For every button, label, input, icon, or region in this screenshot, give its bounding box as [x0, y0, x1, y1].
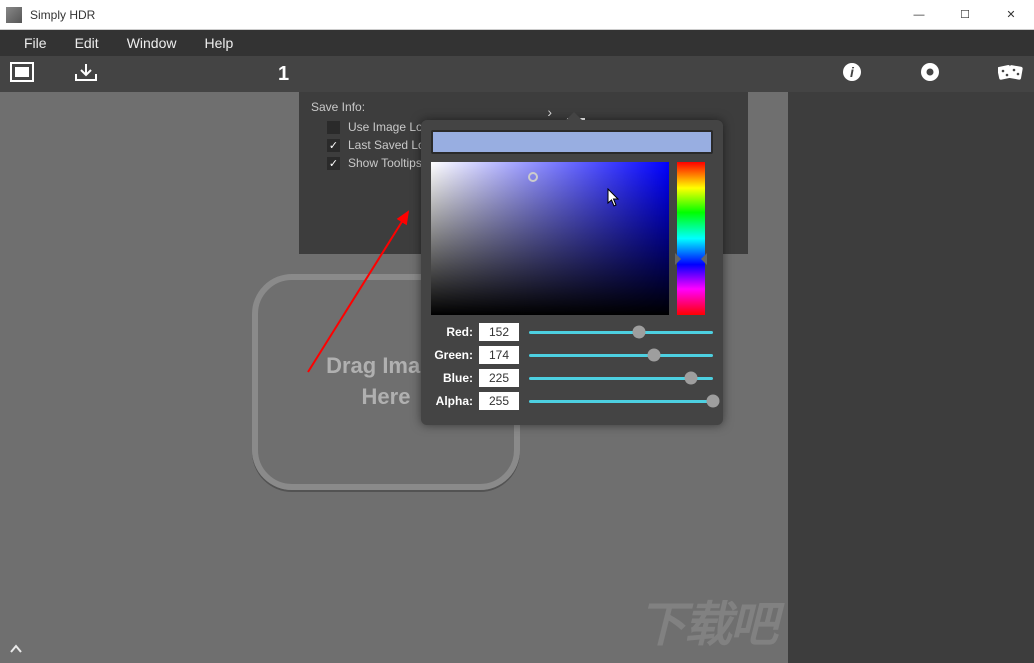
blue-knob[interactable] — [684, 372, 697, 385]
color-picker-popup: Red: Green: Blue: Alpha: — [421, 120, 723, 425]
menu-edit[interactable]: Edit — [61, 31, 113, 55]
menubar: File Edit Window Help — [0, 30, 1034, 56]
alpha-slider[interactable] — [529, 400, 713, 403]
last-saved-location-checkbox[interactable]: ✓ — [327, 139, 340, 152]
green-slider[interactable] — [529, 354, 713, 357]
save-info-label: Save Info: — [311, 100, 736, 114]
red-knob[interactable] — [633, 326, 646, 339]
red-label: Red: — [431, 325, 479, 339]
settings-icon[interactable] — [920, 62, 940, 87]
green-label: Green: — [431, 348, 479, 362]
use-image-location-checkbox[interactable] — [327, 121, 340, 134]
canvas-area[interactable]: Drag Image Here Save Info: Use Image Loc… — [0, 92, 788, 663]
alpha-label: Alpha: — [431, 394, 479, 408]
menu-help[interactable]: Help — [190, 31, 247, 55]
window-title: Simply HDR — [30, 8, 896, 22]
green-input[interactable] — [479, 346, 519, 364]
sv-black-gradient — [431, 162, 669, 315]
red-slider[interactable] — [529, 331, 713, 334]
menu-file[interactable]: File — [10, 31, 61, 55]
green-knob[interactable] — [648, 349, 661, 362]
alpha-knob[interactable] — [707, 395, 720, 408]
red-input[interactable] — [479, 323, 519, 341]
sv-cursor[interactable] — [528, 172, 538, 182]
blue-row: Blue: — [431, 369, 713, 387]
show-tooltips-label: Show Tooltips — [348, 156, 422, 170]
info-icon[interactable]: i — [842, 62, 862, 87]
minimize-button[interactable]: — — [896, 0, 942, 30]
alpha-input[interactable] — [479, 392, 519, 410]
saturation-value-field[interactable] — [431, 162, 669, 315]
app-body: Drag Image Here Save Info: Use Image Loc… — [0, 92, 1034, 663]
check-icon: ✓ — [329, 157, 338, 170]
color-preview — [431, 130, 713, 154]
blue-slider[interactable] — [529, 377, 713, 380]
save-icon[interactable] — [74, 62, 98, 87]
side-panel — [788, 92, 1034, 663]
collapse-chevron-icon[interactable] — [9, 641, 23, 659]
blue-input[interactable] — [479, 369, 519, 387]
open-image-icon[interactable] — [10, 62, 34, 87]
hue-cursor-left-icon — [675, 253, 687, 265]
blue-label: Blue: — [431, 371, 479, 385]
watermark: 下载吧 — [638, 585, 776, 655]
panel-toggle-icon[interactable]: › — [547, 104, 552, 120]
app-icon — [6, 7, 22, 23]
check-icon: ✓ — [329, 139, 338, 152]
close-button[interactable]: ✕ — [988, 0, 1034, 30]
titlebar: Simply HDR — ☐ ✕ — [0, 0, 1034, 30]
maximize-button[interactable]: ☐ — [942, 0, 988, 30]
step-indicator: 1 — [278, 63, 289, 86]
toolbar: 1 i — [0, 56, 1034, 92]
menu-window[interactable]: Window — [113, 31, 191, 55]
green-row: Green: — [431, 346, 713, 364]
random-dice-icon[interactable] — [998, 62, 1024, 87]
hue-strip[interactable] — [677, 162, 705, 315]
alpha-row: Alpha: — [431, 392, 713, 410]
show-tooltips-checkbox[interactable]: ✓ — [327, 157, 340, 170]
red-row: Red: — [431, 323, 713, 341]
hue-cursor-right-icon — [695, 253, 707, 265]
dropzone-line2: Here — [362, 384, 411, 409]
